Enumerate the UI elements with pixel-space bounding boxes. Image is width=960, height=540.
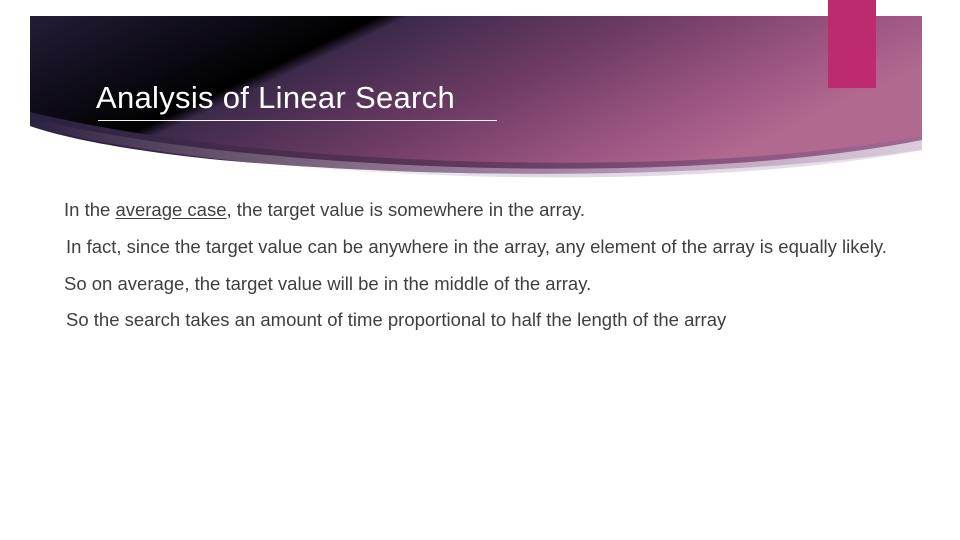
body-paragraph-4: So the search takes an amount of time pr… bbox=[66, 309, 727, 331]
body-text-1a: In the bbox=[64, 199, 116, 220]
body-text-1b-underlined: average case bbox=[115, 199, 227, 220]
body-paragraph-1: In the average case, the target value is… bbox=[60, 196, 900, 224]
page-title: Analysis of Linear Search bbox=[96, 80, 456, 115]
body-text-1c: , the target value is somewhere in the a… bbox=[226, 199, 586, 220]
banner-highlight-sliver bbox=[30, 118, 922, 178]
accent-tab bbox=[828, 0, 876, 88]
title-underline bbox=[98, 120, 497, 121]
body-paragraph-3: So on average, the target value will be … bbox=[64, 272, 592, 294]
body-paragraph-2: In fact, since the target value can be a… bbox=[66, 235, 887, 257]
slide: Analysis of Linear Search In the average… bbox=[0, 0, 960, 540]
slide-body: In the average case, the target value is… bbox=[60, 196, 900, 343]
